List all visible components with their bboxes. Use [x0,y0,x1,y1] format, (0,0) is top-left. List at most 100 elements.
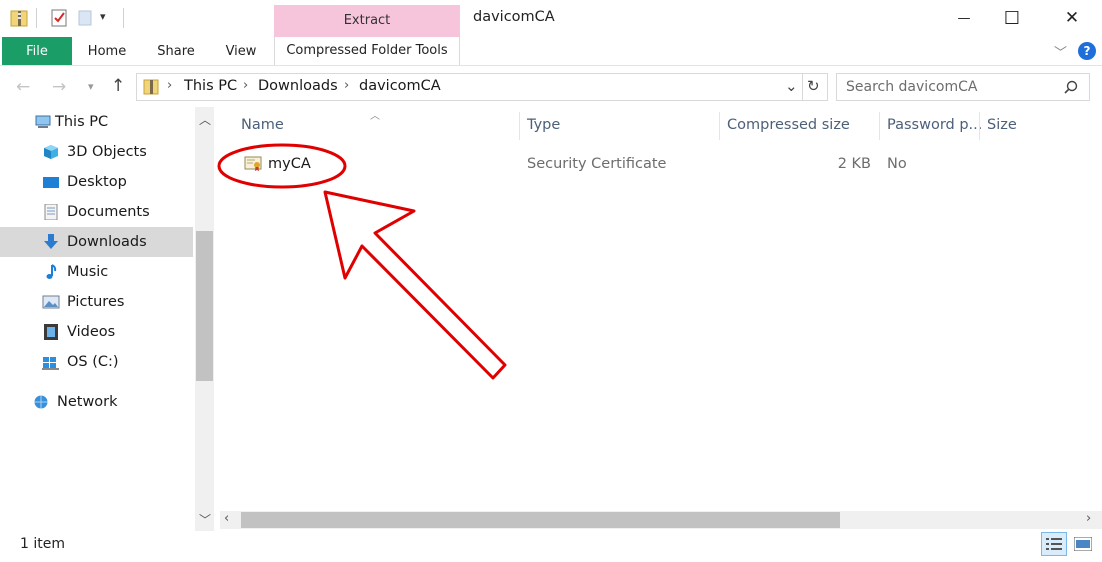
details-view-button[interactable] [1041,532,1067,556]
sidebar-item-network[interactable]: Network [0,387,193,417]
sidebar-item-label: Music [67,264,109,280]
tab-compressed-folder-tools[interactable]: Compressed Folder Tools [274,37,460,65]
nav-scroll-thumb[interactable] [196,231,213,381]
breadcrumb-separator-icon: › [167,78,173,93]
close-icon: ✕ [1064,8,1080,28]
refresh-button[interactable]: ↻ [807,77,820,95]
tab-label: View [225,43,257,59]
large-icons-view-button[interactable] [1072,534,1094,554]
music-icon [46,264,57,279]
sidebar-item-desktop[interactable]: Desktop [0,167,193,197]
maximize-icon: ☐ [1003,7,1021,29]
tab-home[interactable]: Home [78,37,136,65]
drive-icon [42,357,59,370]
search-box[interactable]: Search davicomCA [836,73,1090,101]
zip-folder-icon [143,79,159,95]
recent-locations-button[interactable]: ▾ [88,80,94,93]
h-scroll-thumb[interactable] [241,512,840,528]
address-bar[interactable]: › This PC › Downloads › davicomCA ⌄ ↻ [136,73,828,101]
column-header-password[interactable]: Password p... [887,117,982,139]
qa-separator [36,8,37,28]
column-header-name[interactable]: Name [241,117,284,139]
expand-ribbon-icon[interactable]: ﹀ [1054,42,1067,61]
breadcrumb-downloads[interactable]: Downloads [258,78,338,94]
h-scroll-right-button[interactable]: › [1086,511,1091,526]
up-button[interactable]: ↑ [111,76,125,96]
column-divider[interactable] [519,112,520,140]
tab-label: Compressed Folder Tools [286,43,448,58]
window-title: davicomCA [473,9,555,25]
file-name[interactable]: myCA [268,156,311,172]
file-password: No [887,156,907,172]
extract-contextual-tab[interactable]: Extract [274,5,460,37]
column-divider[interactable] [979,112,980,140]
file-compressed-size: 2 KB [837,156,871,172]
sidebar-item-this-pc[interactable]: This PC [0,107,193,137]
sidebar-item-label: This PC [55,114,109,130]
zip-folder-icon [10,10,28,27]
sidebar-item-pictures[interactable]: Pictures [0,287,193,317]
sidebar-item-label: 3D Objects [67,144,147,160]
sidebar-item-label: OS (C:) [67,354,119,370]
contextual-tab-label: Extract [343,13,391,28]
help-button[interactable]: ? [1078,42,1096,60]
address-history-dropdown[interactable]: ⌄ [785,77,798,95]
nav-scroll-up-button[interactable]: ︿ [199,111,211,128]
column-divider[interactable] [879,112,880,140]
desktop-icon [43,177,59,188]
breadcrumb-separator-icon: › [344,78,350,93]
minimize-button[interactable]: — [938,0,990,36]
sidebar-item-label: Documents [67,204,150,220]
address-divider [802,74,803,100]
tab-label: Share [157,43,195,59]
certificate-icon [244,156,262,171]
pc-icon [35,115,51,128]
cube-icon [44,145,58,159]
breadcrumb-separator-icon: › [243,78,249,93]
column-header-compressed-size[interactable]: Compressed size [727,117,850,139]
ribbon-divider [0,65,1102,66]
status-item-count: 1 item [20,536,65,552]
tab-view[interactable]: View [216,37,266,65]
search-input[interactable]: Search davicomCA [846,79,977,95]
document-icon [44,204,58,220]
table-row[interactable] [236,150,1102,178]
sidebar-item-label: Videos [67,324,116,340]
h-scroll-left-button[interactable]: ‹ [224,511,229,526]
search-icon[interactable] [1064,80,1078,94]
tab-label: File [26,43,48,59]
maximize-button[interactable]: ☐ [986,0,1038,36]
sidebar-item-downloads[interactable]: Downloads [0,227,193,257]
breadcrumb-davicomca[interactable]: davicomCA [359,78,441,94]
tab-label: Home [87,43,127,59]
sort-indicator-icon: ︿ [370,111,380,122]
picture-icon [42,295,60,309]
column-header-size[interactable]: Size [987,117,1017,139]
column-divider[interactable] [719,112,720,140]
minimize-icon: — [957,10,971,26]
properties-icon[interactable] [50,8,68,28]
file-type: Security Certificate [527,156,667,172]
navigation-pane: This PC 3D Objects Desktop Documents Dow… [0,107,218,531]
network-icon [34,395,48,409]
download-icon [44,234,58,249]
nav-scroll-down-button[interactable]: ﹀ [199,511,211,528]
sidebar-item-os-c[interactable]: OS (C:) [0,347,193,377]
large-icons-view-icon [1074,537,1092,551]
sidebar-item-music[interactable]: Music [0,257,193,287]
tab-file[interactable]: File [2,37,72,65]
sidebar-item-label: Downloads [67,234,147,250]
sidebar-item-3d-objects[interactable]: 3D Objects [0,137,193,167]
tab-share[interactable]: Share [148,37,204,65]
qa-separator [123,8,124,28]
sidebar-item-videos[interactable]: Videos [0,317,193,347]
close-button[interactable]: ✕ [1046,0,1098,36]
breadcrumb-this-pc[interactable]: This PC [184,78,237,94]
back-button[interactable]: ← [16,77,30,97]
column-header-type[interactable]: Type [527,117,560,139]
video-icon [44,324,58,340]
new-folder-icon[interactable] [78,9,94,27]
customize-qa-button[interactable]: ▾ [100,10,106,23]
forward-button[interactable]: → [52,77,66,97]
sidebar-item-documents[interactable]: Documents [0,197,193,227]
